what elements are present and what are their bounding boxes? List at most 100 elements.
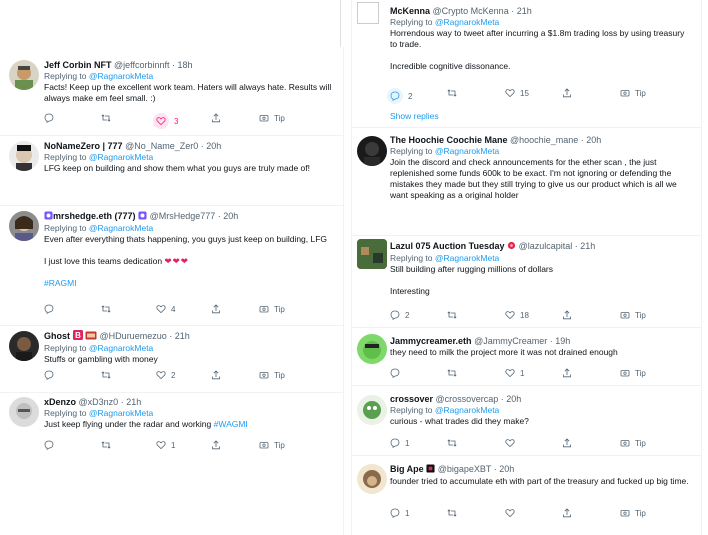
- like-button[interactable]: 18: [505, 310, 529, 320]
- reply-tweet[interactable]: Ghost B @HDuruemezuo · 21h Replying to @…: [0, 325, 343, 393]
- avatar[interactable]: [357, 464, 387, 494]
- like-button[interactable]: 1: [156, 440, 175, 450]
- display-name[interactable]: NoNameZero | 777: [44, 141, 123, 151]
- user-handle[interactable]: @crossovercap: [436, 394, 499, 404]
- user-handle[interactable]: @bigapeXBT: [438, 464, 492, 474]
- reply-button[interactable]: 2: [390, 310, 409, 320]
- retweet-button[interactable]: [447, 310, 462, 320]
- tip-button[interactable]: Tip: [259, 304, 285, 314]
- reply-button[interactable]: [44, 440, 59, 450]
- display-name[interactable]: crossover: [390, 394, 433, 404]
- retweet-button[interactable]: [101, 113, 116, 123]
- show-replies-link[interactable]: Show replies: [390, 111, 439, 121]
- mention-link[interactable]: @RagnarokMeta: [89, 343, 153, 353]
- tip-button[interactable]: Tip: [259, 440, 285, 450]
- user-handle[interactable]: @No_Name_Zer0: [125, 141, 198, 151]
- timestamp[interactable]: 20h: [506, 394, 521, 404]
- reply-tweet[interactable]: Big Ape @bigapeXBT · 20h founder tried t…: [352, 455, 701, 535]
- timestamp[interactable]: 21h: [175, 331, 190, 341]
- share-button[interactable]: [562, 310, 572, 320]
- reply-tweet[interactable]: xDenzo @xD3nz0 · 21h Replying to @Ragnar…: [0, 392, 343, 464]
- reply-tweet[interactable]: Jeff Corbin NFT @jeffcorbinnft · 18h Rep…: [0, 47, 343, 136]
- reply-tweet[interactable]: crossover @crossovercap · 20h Replying t…: [352, 385, 701, 456]
- timestamp[interactable]: 19h: [555, 336, 570, 346]
- display-name[interactable]: Jeff Corbin NFT: [44, 60, 112, 70]
- like-button[interactable]: [505, 508, 520, 518]
- timestamp[interactable]: 20h: [206, 141, 221, 151]
- reply-button[interactable]: [44, 304, 59, 314]
- avatar[interactable]: [357, 395, 387, 425]
- retweet-button[interactable]: [101, 304, 116, 314]
- reply-button[interactable]: 1: [390, 438, 409, 448]
- tip-button[interactable]: Tip: [620, 438, 646, 448]
- user-handle[interactable]: @jeffcorbinnft: [114, 60, 170, 70]
- like-button[interactable]: 4: [156, 304, 175, 314]
- user-handle[interactable]: @MrsHedge777: [150, 211, 216, 221]
- reply-tweet[interactable]: NoNameZero | 777 @No_Name_Zer0 · 20h Rep…: [0, 135, 343, 206]
- user-handle[interactable]: @Crypto McKenna: [433, 6, 509, 16]
- display-name[interactable]: xDenzo: [44, 397, 76, 407]
- share-button[interactable]: [562, 368, 572, 378]
- user-handle[interactable]: @lazulcapital: [519, 241, 573, 251]
- share-button[interactable]: [562, 88, 572, 98]
- like-button[interactable]: 15: [505, 88, 529, 98]
- display-name[interactable]: Jammycreamer.eth: [390, 336, 472, 346]
- mention-link[interactable]: @RagnarokMeta: [89, 71, 153, 81]
- avatar[interactable]: [357, 136, 387, 166]
- tip-button[interactable]: Tip: [259, 370, 285, 380]
- reply-button[interactable]: 2: [387, 88, 412, 104]
- mention-link[interactable]: @RagnarokMeta: [89, 152, 153, 162]
- retweet-button[interactable]: [101, 440, 116, 450]
- like-button[interactable]: 1: [505, 368, 524, 378]
- display-name[interactable]: McKenna: [390, 6, 430, 16]
- share-button[interactable]: [211, 440, 221, 450]
- tip-button[interactable]: Tip: [620, 368, 646, 378]
- display-name[interactable]: Big Ape: [390, 464, 424, 474]
- retweet-button[interactable]: [447, 508, 462, 518]
- share-button[interactable]: [562, 508, 572, 518]
- user-handle[interactable]: @HDuruemezuo: [100, 331, 167, 341]
- retweet-button[interactable]: [101, 370, 116, 380]
- avatar[interactable]: [9, 331, 39, 361]
- reply-button[interactable]: 1: [390, 508, 409, 518]
- display-name[interactable]: mrshedge.eth (777): [53, 211, 136, 221]
- mention-link[interactable]: @RagnarokMeta: [435, 17, 499, 27]
- retweet-button[interactable]: [447, 368, 462, 378]
- reply-button[interactable]: [44, 113, 59, 123]
- like-button[interactable]: [505, 438, 520, 448]
- user-handle[interactable]: @JammyCreamer: [474, 336, 547, 346]
- tip-button[interactable]: Tip: [620, 88, 646, 98]
- retweet-button[interactable]: [447, 88, 462, 98]
- reply-tweet[interactable]: Lazul 075 Auction Tuesday @lazulcapital …: [352, 235, 701, 328]
- like-button[interactable]: 3: [153, 113, 178, 129]
- timestamp[interactable]: 21h: [517, 6, 532, 16]
- avatar[interactable]: [9, 141, 39, 171]
- avatar[interactable]: [9, 60, 39, 90]
- timestamp[interactable]: 18h: [178, 60, 193, 70]
- display-name[interactable]: Lazul 075 Auction Tuesday: [390, 241, 505, 251]
- avatar[interactable]: [9, 397, 39, 427]
- reply-tweet[interactable]: McKenna @Crypto McKenna · 21h Replying t…: [352, 0, 701, 128]
- share-button[interactable]: [562, 438, 572, 448]
- timestamp[interactable]: 20h: [586, 135, 601, 145]
- mention-link[interactable]: @RagnarokMeta: [89, 223, 153, 233]
- mention-link[interactable]: @RagnarokMeta: [435, 146, 499, 156]
- hashtag-link[interactable]: #WAGMI: [214, 419, 248, 429]
- reply-tweet[interactable]: The Hoochie Coochie Mane @hoochie_mane ·…: [352, 127, 701, 236]
- user-handle[interactable]: @hoochie_mane: [510, 135, 578, 145]
- tip-button[interactable]: Tip: [620, 310, 646, 320]
- reply-tweet[interactable]: mrshedge.eth (777) @MrsHedge777 · 20h Re…: [0, 205, 343, 326]
- timestamp[interactable]: 21h: [126, 397, 141, 407]
- avatar[interactable]: [9, 211, 39, 241]
- mention-link[interactable]: @RagnarokMeta: [435, 405, 499, 415]
- like-button[interactable]: 2: [156, 370, 175, 380]
- hashtag-link[interactable]: #RAGMI: [44, 278, 77, 288]
- share-button[interactable]: [211, 370, 221, 380]
- tip-button[interactable]: Tip: [259, 113, 285, 123]
- display-name[interactable]: Ghost: [44, 331, 70, 341]
- reply-tweet[interactable]: Jammycreamer.eth @JammyCreamer · 19h the…: [352, 327, 701, 386]
- share-button[interactable]: [211, 113, 221, 123]
- retweet-button[interactable]: [447, 438, 462, 448]
- timestamp[interactable]: 21h: [580, 241, 595, 251]
- avatar[interactable]: [357, 2, 379, 24]
